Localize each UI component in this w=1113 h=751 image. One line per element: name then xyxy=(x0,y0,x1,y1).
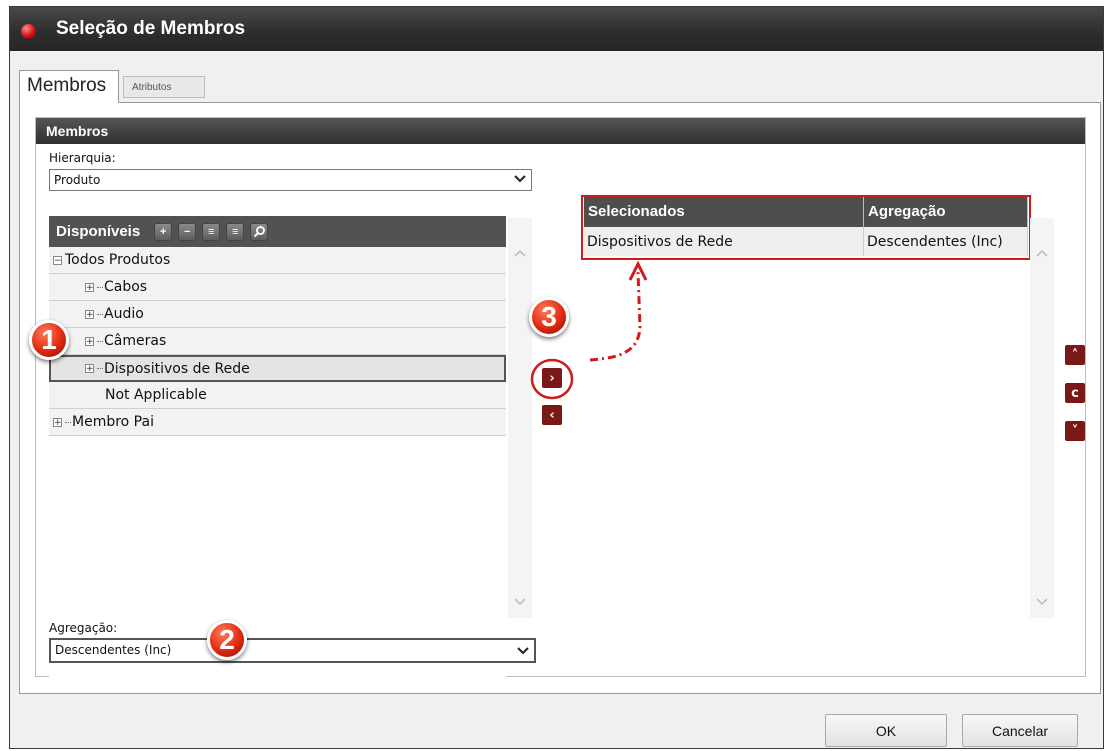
chevron-down-icon xyxy=(514,175,526,183)
tree-item-todos-produtos[interactable]: − Todos Produtos xyxy=(49,247,506,274)
expand-toggle-icon[interactable]: + xyxy=(85,309,94,319)
available-header: Disponíveis + − ≡ ≡ xyxy=(49,216,506,247)
tree-item-not-applicable[interactable]: Not Applicable xyxy=(49,382,506,409)
aggregation-select[interactable]: Descendentes (Inc) xyxy=(49,638,536,663)
available-tree: Disponíveis + − ≡ ≡ − Todos Produtos + C… xyxy=(49,216,506,688)
tree-item-label: Membro Pai xyxy=(72,414,154,430)
cancel-button[interactable]: Cancelar xyxy=(962,714,1078,747)
search-icon[interactable] xyxy=(250,222,269,241)
tree-item-audio[interactable]: + Audio xyxy=(49,301,506,328)
app-icon xyxy=(21,24,36,39)
dialog-title: Seleção de Membros xyxy=(56,18,246,39)
hierarchy-label: Hierarquia: xyxy=(49,151,116,165)
aggregation-label: Agregação: xyxy=(49,621,118,635)
tab-atributos[interactable]: Atributos xyxy=(123,76,205,98)
tree-item-label: Cabos xyxy=(104,279,148,295)
move-down-button[interactable]: ˅ xyxy=(1065,421,1085,441)
add-level-icon[interactable]: ≡ xyxy=(202,222,221,241)
tree-item-label: Câmeras xyxy=(104,333,167,349)
chevron-down-icon xyxy=(517,647,529,655)
tree-item-membro-pai[interactable]: + Membro Pai xyxy=(49,409,506,436)
tree-item-label: Dispositivos de Rede xyxy=(104,360,250,377)
annotation-badge-1: 1 xyxy=(29,320,69,360)
tree-item-label: Not Applicable xyxy=(105,387,207,403)
collapse-toggle-icon[interactable]: − xyxy=(53,255,62,265)
annotation-badge-3: 3 xyxy=(529,297,569,337)
scroll-down-icon[interactable] xyxy=(514,598,526,606)
scroll-up-icon[interactable] xyxy=(1036,249,1048,257)
tree-item-dispositivos-de-rede[interactable]: + Dispositivos de Rede xyxy=(49,355,506,382)
expand-toggle-icon[interactable]: + xyxy=(85,364,94,374)
annotation-arrow xyxy=(589,260,648,362)
move-up-button[interactable]: ˄ xyxy=(1065,345,1085,365)
remove-selected-button[interactable]: ‹ xyxy=(542,405,562,425)
tab-panel: Membros Hierarquia: Produto Disponíveis … xyxy=(19,102,1101,694)
expand-toggle-icon[interactable]: + xyxy=(53,417,62,427)
highlight-box xyxy=(581,195,1031,260)
tree-item-label: Todos Produtos xyxy=(65,252,171,268)
expand-toggle-icon[interactable]: + xyxy=(85,336,94,346)
tab-membros[interactable]: Membros xyxy=(19,70,119,103)
title-bar: Seleção de Membros xyxy=(10,7,1103,51)
dialog-window: Seleção de Membros Membros Atributos Mem… xyxy=(9,6,1104,749)
reset-order-button[interactable]: c xyxy=(1065,383,1085,403)
hierarchy-value: Produto xyxy=(54,173,101,187)
remove-level-icon[interactable]: ≡ xyxy=(226,222,245,241)
tree-item-cabos[interactable]: + Cabos xyxy=(49,274,506,301)
membros-group: Membros Hierarquia: Produto Disponíveis … xyxy=(35,117,1086,688)
available-scrollbar[interactable] xyxy=(508,218,532,618)
aggregation-value: Descendentes (Inc) xyxy=(55,643,172,657)
annotation-circle xyxy=(530,358,574,400)
scroll-up-icon[interactable] xyxy=(514,249,526,257)
group-header: Membros xyxy=(36,118,1085,144)
tree-item-label: Audio xyxy=(104,306,144,322)
collapse-all-icon[interactable]: − xyxy=(178,222,197,241)
ok-button[interactable]: OK xyxy=(825,714,947,747)
expand-all-icon[interactable]: + xyxy=(154,222,173,241)
available-title: Disponíveis xyxy=(56,223,141,240)
annotation-badge-2: 2 xyxy=(207,620,247,660)
expand-toggle-icon[interactable]: + xyxy=(85,282,94,292)
scroll-down-icon[interactable] xyxy=(1036,598,1048,606)
tree-item-cameras[interactable]: + Câmeras xyxy=(49,328,506,355)
selected-scrollbar[interactable] xyxy=(1030,218,1054,618)
hierarchy-select[interactable]: Produto xyxy=(49,169,532,191)
